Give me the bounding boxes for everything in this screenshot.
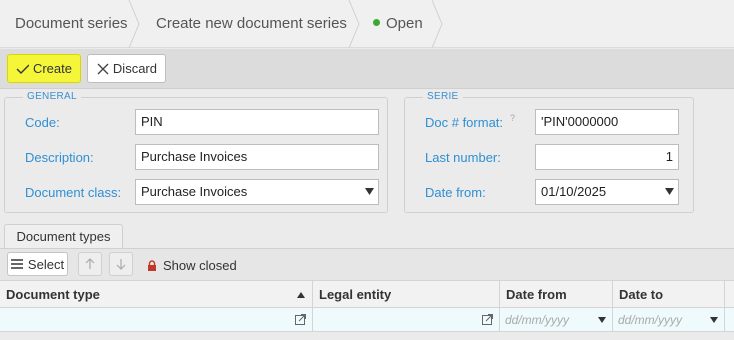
date-from-value: 01/10/2025 — [541, 184, 607, 199]
column-header-date-to[interactable]: Date to — [613, 281, 725, 309]
column-header-label: Legal entity — [319, 287, 392, 302]
date-from-label: Date from: — [425, 185, 486, 200]
create-button[interactable]: Create — [7, 54, 81, 83]
column-header-label: Document type — [6, 287, 100, 302]
status-dot-icon — [373, 18, 380, 26]
column-header-date-from[interactable]: Date from — [500, 281, 613, 309]
menu-icon — [10, 259, 23, 269]
table-row[interactable]: dd/mm/yyyy dd/mm/yyyy — [0, 308, 734, 332]
status-indicator: Open — [373, 0, 423, 48]
dropdown-arrow-icon — [365, 188, 374, 195]
checkmark-icon — [16, 64, 29, 74]
serie-legend: SERIE — [423, 91, 463, 102]
move-down-button[interactable] — [109, 252, 133, 276]
open-external-icon[interactable] — [482, 314, 493, 325]
code-input[interactable]: PIN — [135, 109, 379, 135]
date-placeholder: dd/mm/yyyy — [618, 313, 683, 327]
document-class-select[interactable]: Purchase Invoices — [135, 179, 379, 205]
discard-button[interactable]: Discard — [87, 54, 166, 83]
chevron-right-icon — [348, 0, 360, 48]
column-header-label: Date from — [506, 287, 567, 302]
dropdown-arrow-icon — [665, 188, 674, 195]
arrow-down-icon — [116, 259, 126, 270]
chevron-right-icon — [128, 0, 140, 48]
close-icon — [97, 63, 109, 74]
description-input[interactable]: Purchase Invoices — [135, 144, 379, 170]
date-placeholder: dd/mm/yyyy — [505, 313, 570, 327]
description-label: Description: — [25, 150, 94, 165]
document-class-value: Purchase Invoices — [141, 184, 248, 199]
lock-icon — [148, 259, 156, 271]
move-up-button[interactable] — [78, 252, 102, 276]
arrow-up-icon — [85, 258, 95, 269]
show-closed-toggle[interactable]: Show closed — [147, 253, 237, 277]
doc-format-label: Doc # format: — [425, 115, 504, 130]
open-external-icon[interactable] — [295, 314, 306, 325]
column-header-document-type[interactable]: Document type — [0, 281, 313, 309]
date-from-cell[interactable]: dd/mm/yyyy — [500, 308, 613, 332]
create-button-label: Create — [32, 61, 72, 76]
grid-header: Document type Legal entity Date from Dat… — [0, 280, 734, 309]
dropdown-arrow-icon — [710, 317, 718, 323]
breadcrumb: Document series Create new document seri… — [0, 0, 734, 48]
toolbar: Create Discard — [0, 49, 734, 89]
last-number-input[interactable]: 1 — [535, 144, 679, 170]
select-button-label: Select — [27, 256, 65, 272]
discard-button-label: Discard — [112, 61, 157, 76]
date-from-select[interactable]: 01/10/2025 — [535, 179, 679, 205]
show-closed-label: Show closed — [163, 257, 237, 273]
document-type-cell[interactable] — [0, 308, 313, 332]
tab-document-types[interactable]: Document types — [4, 224, 123, 248]
chevron-right-icon — [431, 0, 443, 48]
help-icon[interactable]: ? — [510, 113, 515, 123]
dropdown-arrow-icon — [598, 317, 606, 323]
document-class-label: Document class: — [25, 185, 122, 200]
grid-toolbar: Select Show closed — [0, 248, 734, 280]
breadcrumb-item-document-series[interactable]: Document series — [15, 0, 128, 48]
date-to-cell[interactable]: dd/mm/yyyy — [613, 308, 725, 332]
select-button[interactable]: Select — [7, 252, 68, 276]
legal-entity-cell[interactable] — [313, 308, 500, 332]
column-header-label: Date to — [619, 287, 664, 302]
last-number-label: Last number: — [425, 150, 501, 165]
status-label: Open — [386, 15, 423, 32]
column-header-legal-entity[interactable]: Legal entity — [313, 281, 500, 309]
breadcrumb-item-create[interactable]: Create new document series — [156, 0, 347, 48]
sort-ascending-icon — [297, 292, 305, 298]
doc-format-input[interactable]: 'PIN'0000000 — [535, 109, 679, 135]
code-label: Code: — [25, 115, 60, 130]
general-legend: GENERAL — [23, 91, 81, 102]
